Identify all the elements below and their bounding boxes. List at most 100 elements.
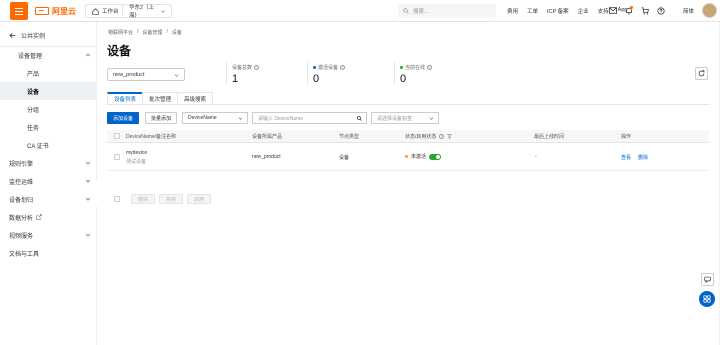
back-to-instances[interactable]: 公共实例: [9, 31, 45, 40]
search-placeholder: 请输入 DeviceName: [258, 115, 304, 122]
help-icon[interactable]: ?: [340, 65, 346, 70]
sidebar-group-label: 数据分析: [9, 215, 34, 222]
filter-icon[interactable]: [447, 134, 453, 139]
sidebar-item-devices[interactable]: 设备: [0, 82, 97, 100]
device-name[interactable]: mydevice: [126, 150, 147, 156]
stat-total-devices: 设备总数? 1: [232, 64, 260, 85]
stat-value: 0: [313, 73, 320, 85]
aliyun-logo[interactable]: 阿里云: [35, 6, 76, 16]
breadcrumb-iot[interactable]: 物联网平台: [108, 29, 133, 36]
column-device-name: DeviceName/备注名称: [126, 134, 177, 140]
language-label[interactable]: 简体: [683, 7, 694, 15]
bell-icon[interactable]: [624, 6, 633, 15]
sidebar: 公共实例 设备管理 产品 设备 分组 任务 CA 证书 规则引擎 监控运维 设备…: [0, 22, 97, 345]
sidebar-group-rule-engine[interactable]: 规则引擎: [0, 154, 97, 172]
chevron-down-icon: [429, 117, 434, 120]
delete-device-link[interactable]: 删除: [638, 154, 648, 161]
sidebar-item-label: CA 证书: [27, 143, 49, 150]
stat-online-devices: 当前在线? 0: [400, 64, 433, 85]
stat-label-row: 激活设备?: [313, 64, 346, 71]
sidebar-group-label: 文档与工具: [9, 251, 40, 258]
bulk-select-checkbox[interactable]: [114, 196, 120, 202]
cart-icon[interactable]: [640, 6, 649, 15]
stat-value: 0: [400, 73, 407, 85]
stat-label: 当前在线: [405, 65, 426, 71]
search-placeholder: 搜索...: [413, 9, 429, 15]
sidebar-item-tasks[interactable]: 任务: [0, 118, 97, 136]
help-icon[interactable]: [656, 6, 665, 15]
nav-enterprise[interactable]: 企业: [578, 7, 589, 15]
table-row: mydevice 测试设备 new_product 设备 未激活 - 查看 删除: [107, 144, 709, 171]
sidebar-group-label: 规则引擎: [9, 161, 34, 168]
chevron-down-icon: [161, 9, 165, 13]
toolbar: 添加设备 批量添加: [107, 112, 178, 124]
sidebar-group-data-analysis[interactable]: 数据分析: [0, 208, 97, 226]
feedback-button[interactable]: [701, 273, 714, 286]
region-selector[interactable]: 华东2（上海）: [122, 4, 172, 19]
region-label: 华东2（上海）: [129, 5, 155, 19]
sidebar-item-ca-cert[interactable]: CA 证书: [0, 136, 97, 154]
chevron-down-icon: [174, 74, 179, 77]
chevron-up-icon: [85, 53, 91, 57]
chat-icon: [704, 276, 711, 283]
device-node-type: 设备: [339, 155, 350, 161]
batch-add-button[interactable]: 批量添加: [145, 112, 178, 124]
sidebar-group-label: 监控运维: [9, 179, 34, 186]
home-icon: [92, 7, 99, 15]
help-icon[interactable]: ?: [439, 134, 445, 139]
back-label: 公共实例: [21, 34, 46, 40]
sidebar-item-label: 设备: [27, 89, 40, 96]
refresh-button[interactable]: [695, 67, 708, 80]
nav-fees[interactable]: 费用: [507, 7, 518, 15]
help-icon[interactable]: ?: [254, 65, 260, 70]
help-icon[interactable]: ?: [427, 65, 433, 70]
sidebar-item-products[interactable]: 产品: [0, 64, 97, 82]
assistant-button[interactable]: [699, 291, 715, 307]
row-checkbox[interactable]: [114, 154, 120, 160]
breadcrumb-device-mgmt[interactable]: 设备管理: [142, 29, 162, 36]
select-all-checkbox[interactable]: [114, 133, 120, 139]
arrow-left-icon: [9, 33, 16, 38]
view-device-link[interactable]: 查看: [621, 154, 631, 161]
main-content: 物联网平台 / 设备管理 / 设备 设备 new_product 设备总数? 1…: [97, 22, 719, 345]
product-select-value: new_product: [113, 71, 145, 78]
device-tag-select[interactable]: 请选择设备标签: [371, 112, 439, 124]
workspace-button[interactable]: 工作台: [85, 4, 126, 18]
bulk-disable-button[interactable]: 禁用: [159, 194, 184, 204]
sidebar-group-video[interactable]: 视频服务: [0, 226, 97, 244]
nav-icp[interactable]: ICP 备案: [547, 7, 569, 15]
add-device-button[interactable]: 添加设备: [107, 112, 140, 124]
table-header: DeviceName/备注名称 设备所属产品 节点类型 状态/启用状态 ? 最后…: [107, 130, 709, 143]
sidebar-group-monitoring[interactable]: 监控运维: [0, 172, 97, 190]
sidebar-group-device-assign[interactable]: 设备划归: [0, 190, 97, 208]
search-icon[interactable]: [357, 116, 362, 121]
bulk-enable-button[interactable]: 启用: [187, 194, 212, 204]
sidebar-group-docs[interactable]: 文档与工具: [0, 244, 97, 262]
mail-icon[interactable]: [608, 6, 617, 15]
stat-activated-devices: 激活设备? 0: [313, 64, 346, 85]
stat-label: 设备总数: [232, 65, 253, 71]
logo-text: 阿里云: [52, 6, 76, 16]
sidebar-group-label: 视频服务: [9, 233, 34, 240]
device-name-search-input[interactable]: 请输入 DeviceName: [252, 112, 367, 124]
device-status: 未激活: [405, 153, 442, 160]
bulk-delete-button[interactable]: 删除: [131, 194, 156, 204]
workspace-label: 工作台: [102, 9, 119, 15]
nav-tickets[interactable]: 工单: [527, 7, 538, 15]
divider: [394, 62, 395, 84]
product-selector[interactable]: new_product: [107, 68, 185, 81]
divider: [307, 62, 308, 84]
avatar[interactable]: [702, 3, 717, 18]
menu-icon[interactable]: [10, 2, 28, 20]
top-bar: 阿里云 工作台 华东2（上海） 搜索... 费用 工单 ICP 备案 企业 支持…: [0, 0, 720, 22]
divider: [226, 62, 227, 84]
status-dot-icon: [313, 66, 316, 69]
sidebar-item-groups[interactable]: 分组: [0, 100, 97, 118]
divider: [107, 104, 709, 105]
sidebar-group-device-management[interactable]: 设备管理: [0, 46, 97, 64]
enable-toggle[interactable]: [429, 153, 442, 160]
sidebar-item-label: 分组: [27, 107, 40, 114]
device-last-online: -: [535, 154, 537, 160]
global-search-input[interactable]: 搜索...: [398, 4, 496, 18]
filter-field-select[interactable]: DeviceName: [182, 112, 248, 124]
